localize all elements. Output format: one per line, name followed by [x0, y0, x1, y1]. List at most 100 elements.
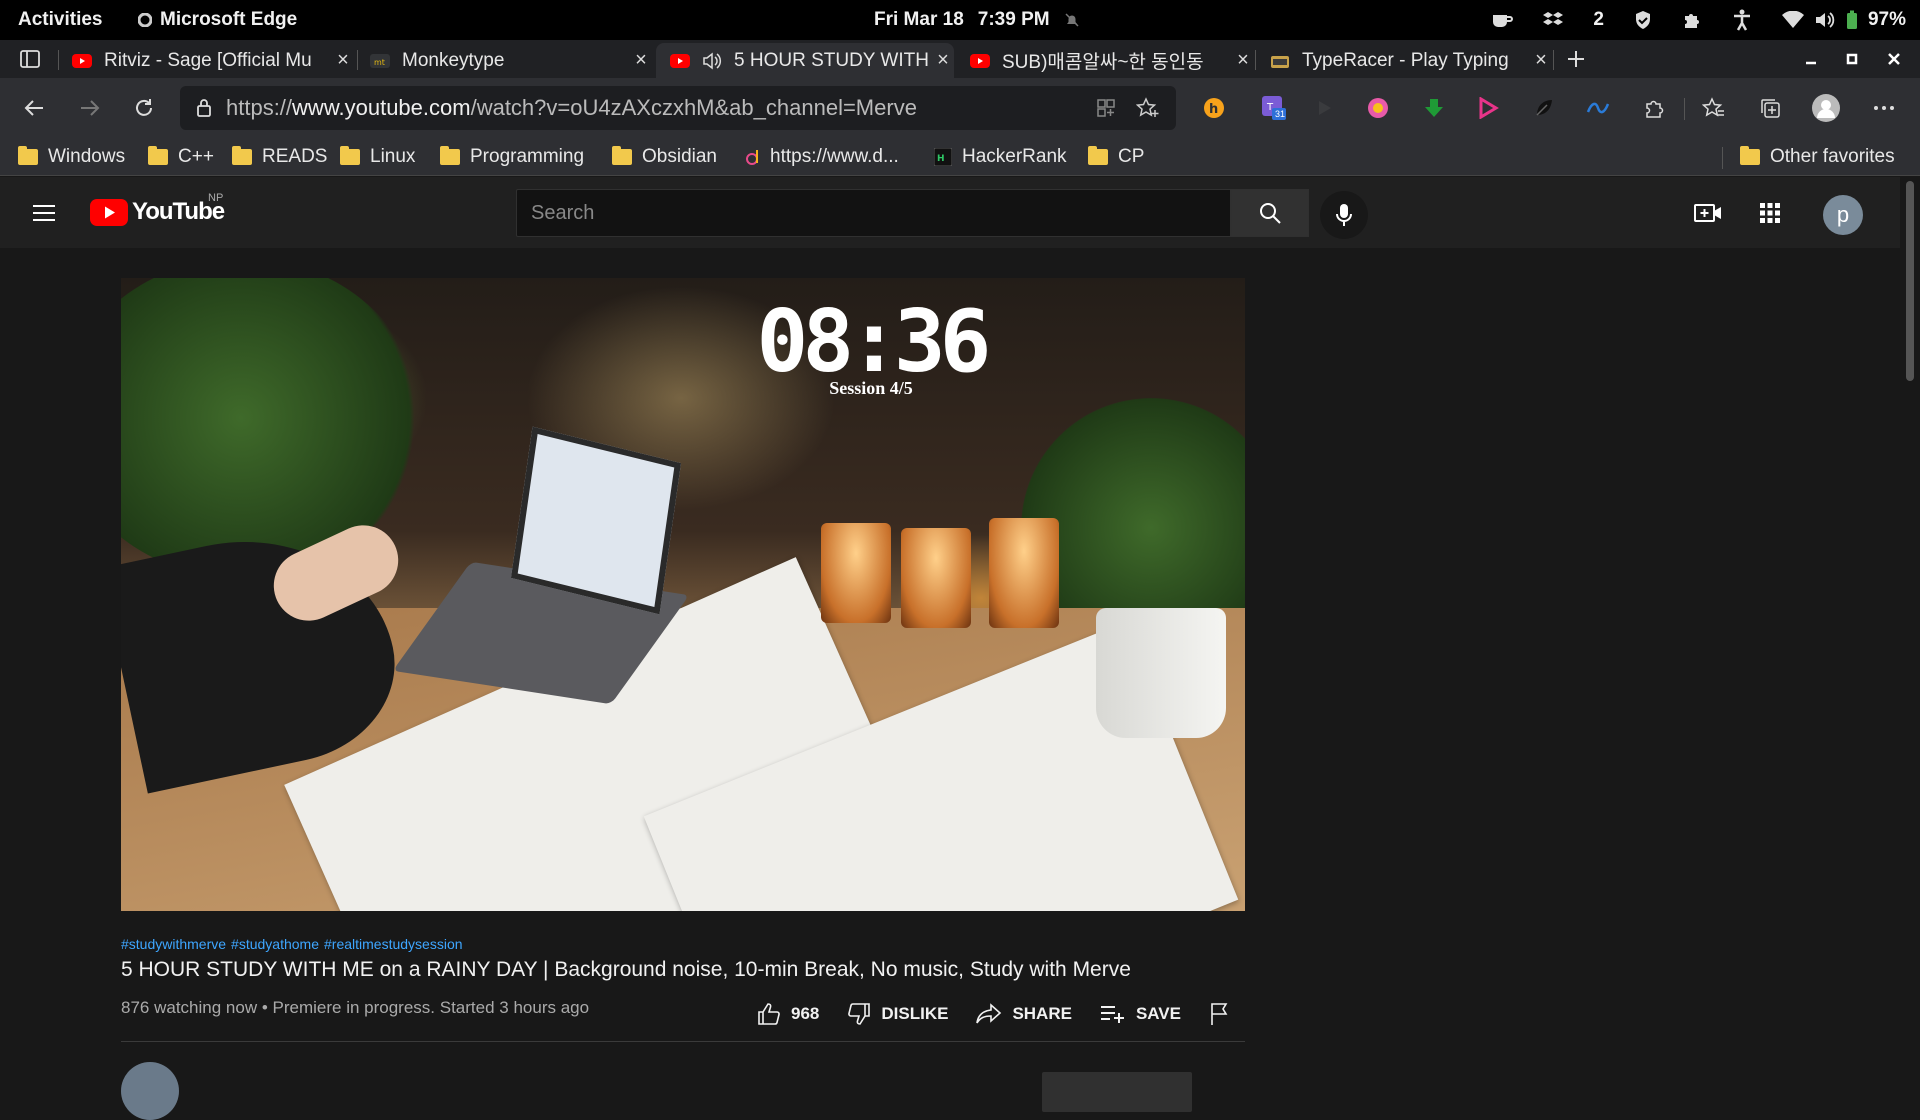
search-input[interactable]: Search [516, 189, 1231, 237]
bookmark-programming[interactable]: Programming [440, 143, 584, 171]
address-bar[interactable]: https://www.youtube.com/watch?v=oU4zAXcz… [180, 86, 1176, 130]
bookmark-hackerrank[interactable]: H HackerRank [934, 143, 1067, 171]
extension-leaf-icon[interactable] [1528, 92, 1560, 124]
hashtag-link[interactable]: #studyathome [231, 936, 319, 952]
bookmark-link[interactable]: https://www.d... [742, 143, 899, 171]
close-tab-icon[interactable]: × [932, 49, 954, 72]
share-button[interactable]: SHARE [976, 1003, 1072, 1025]
more-options-icon[interactable] [1868, 92, 1900, 124]
tab-audio-icon[interactable] [702, 51, 722, 71]
report-button[interactable] [1209, 1002, 1231, 1026]
bookmark-windows[interactable]: Windows [18, 143, 125, 171]
hamburger-menu-icon[interactable] [28, 197, 60, 229]
date-text: Fri Mar 18 [874, 9, 964, 30]
clock[interactable]: Fri Mar 18 7:39 PM [874, 9, 1080, 31]
subscribe-button[interactable] [1042, 1072, 1192, 1112]
activities-button[interactable]: Activities [18, 9, 102, 31]
tab-ritviz[interactable]: Ritviz - Sage [Official Mu × [58, 43, 354, 78]
bookmarks-bar: Windows C++ READS Linux Programming Obsi… [0, 138, 1920, 176]
do-not-disturb-icon [1064, 12, 1080, 28]
close-tab-icon[interactable]: × [1530, 49, 1552, 72]
like-button[interactable]: 968 [757, 1002, 819, 1026]
extension-play-icon[interactable] [1308, 92, 1340, 124]
collections-icon[interactable] [1754, 92, 1786, 124]
extension-honey-icon[interactable]: h [1198, 92, 1230, 124]
close-window-icon[interactable] [1878, 43, 1910, 75]
bookmark-cp[interactable]: CP [1088, 143, 1144, 171]
tab-title: Ritviz - Sage [Official Mu [104, 49, 312, 71]
bookmark-cpp[interactable]: C++ [148, 143, 214, 171]
voice-search-button[interactable] [1320, 191, 1368, 239]
back-icon[interactable] [18, 92, 50, 124]
bookmark-obsidian[interactable]: Obsidian [612, 143, 717, 171]
hashtag-link[interactable]: #realtimestudysession [324, 936, 463, 952]
shield-icon[interactable] [1634, 10, 1652, 30]
search-button[interactable] [1231, 189, 1309, 237]
dislike-button[interactable]: DISLIKE [847, 1002, 948, 1026]
folder-icon [1740, 146, 1760, 165]
notification-count[interactable]: 2 [1593, 9, 1604, 31]
video-player[interactable]: 08:36 Session 4/5 [121, 278, 1245, 911]
extension-toggle-icon[interactable] [1362, 92, 1394, 124]
tab-typeracer[interactable]: TypeRacer - Play Typing × [1256, 43, 1552, 78]
page-scrollbar[interactable] [1900, 177, 1920, 1080]
minimize-icon[interactable] [1795, 43, 1827, 75]
refresh-icon[interactable] [128, 92, 160, 124]
folder-icon [232, 146, 252, 165]
system-top-bar: Activities Microsoft Edge Fri Mar 18 7:3… [0, 0, 1920, 40]
apps-grid-icon[interactable] [1754, 197, 1786, 229]
url-prefix: https:// [226, 95, 293, 120]
save-button[interactable]: SAVE [1100, 1004, 1181, 1024]
tab-monkeytype[interactable]: mt Monkeytype × [356, 43, 652, 78]
tab-study-with-me[interactable]: 5 HOUR STUDY WITH × [656, 43, 954, 78]
coffee-icon[interactable] [1491, 11, 1514, 29]
extension-pink-arrow-icon[interactable] [1472, 92, 1504, 124]
close-tab-icon[interactable]: × [630, 49, 652, 72]
tab-separator [1553, 50, 1554, 70]
tab-strip: Ritviz - Sage [Official Mu × mt Monkeyty… [0, 40, 1920, 78]
favorites-icon[interactable] [1698, 92, 1730, 124]
tab-title: 5 HOUR STUDY WITH [734, 49, 929, 71]
channel-avatar[interactable] [121, 1062, 179, 1120]
scrollbar-thumb[interactable] [1906, 181, 1914, 381]
hashtags: #studywithmerve #studyathome #realtimest… [121, 936, 463, 952]
profile-icon[interactable] [1810, 92, 1842, 124]
bookmark-other-favorites[interactable]: Other favorites [1740, 143, 1895, 171]
lock-icon[interactable] [196, 98, 212, 118]
volume-icon [1814, 11, 1836, 29]
add-favorite-icon[interactable] [1136, 97, 1160, 119]
bookmark-reads[interactable]: READS [232, 143, 327, 171]
status-indicators[interactable]: 97% [1781, 9, 1906, 31]
close-tab-icon[interactable]: × [1232, 49, 1254, 72]
forward-icon[interactable] [74, 92, 106, 124]
folder-icon [340, 146, 360, 165]
puzzle-icon[interactable] [1682, 10, 1702, 30]
search-icon [1258, 201, 1282, 225]
account-avatar[interactable]: p [1823, 195, 1863, 235]
tab-korean-video[interactable]: SUB)매콤알싸~한 동인동 × [956, 43, 1254, 78]
extensions-icon[interactable] [1638, 92, 1670, 124]
hashtag-link[interactable]: #studywithmerve [121, 936, 226, 952]
accessibility-icon[interactable] [1732, 9, 1752, 31]
youtube-logo[interactable]: YouTube NP [90, 192, 225, 226]
save-playlist-icon [1100, 1004, 1126, 1024]
navigation-bar: https://www.youtube.com/watch?v=oU4zAXcz… [0, 78, 1920, 138]
app-menu[interactable]: Microsoft Edge [138, 9, 297, 31]
country-code: NP [208, 192, 224, 204]
bookmark-label: READS [262, 146, 328, 167]
extension-wave-icon[interactable] [1582, 92, 1614, 124]
typeracer-icon [1270, 51, 1290, 71]
extension-calendar-icon[interactable]: T 31 [1258, 92, 1290, 124]
create-video-icon[interactable] [1692, 197, 1724, 229]
close-tab-icon[interactable]: × [332, 49, 354, 72]
tab-actions-icon[interactable] [14, 43, 46, 75]
video-candle [821, 523, 891, 623]
maximize-icon[interactable] [1836, 43, 1868, 75]
video-title: 5 HOUR STUDY WITH ME on a RAINY DAY | Ba… [121, 958, 1131, 981]
app-available-icon[interactable] [1096, 98, 1116, 118]
extension-download-icon[interactable] [1418, 92, 1450, 124]
dropbox-icon[interactable] [1543, 11, 1564, 29]
new-tab-icon[interactable] [1560, 43, 1592, 75]
share-icon [976, 1003, 1002, 1025]
bookmark-linux[interactable]: Linux [340, 143, 415, 171]
